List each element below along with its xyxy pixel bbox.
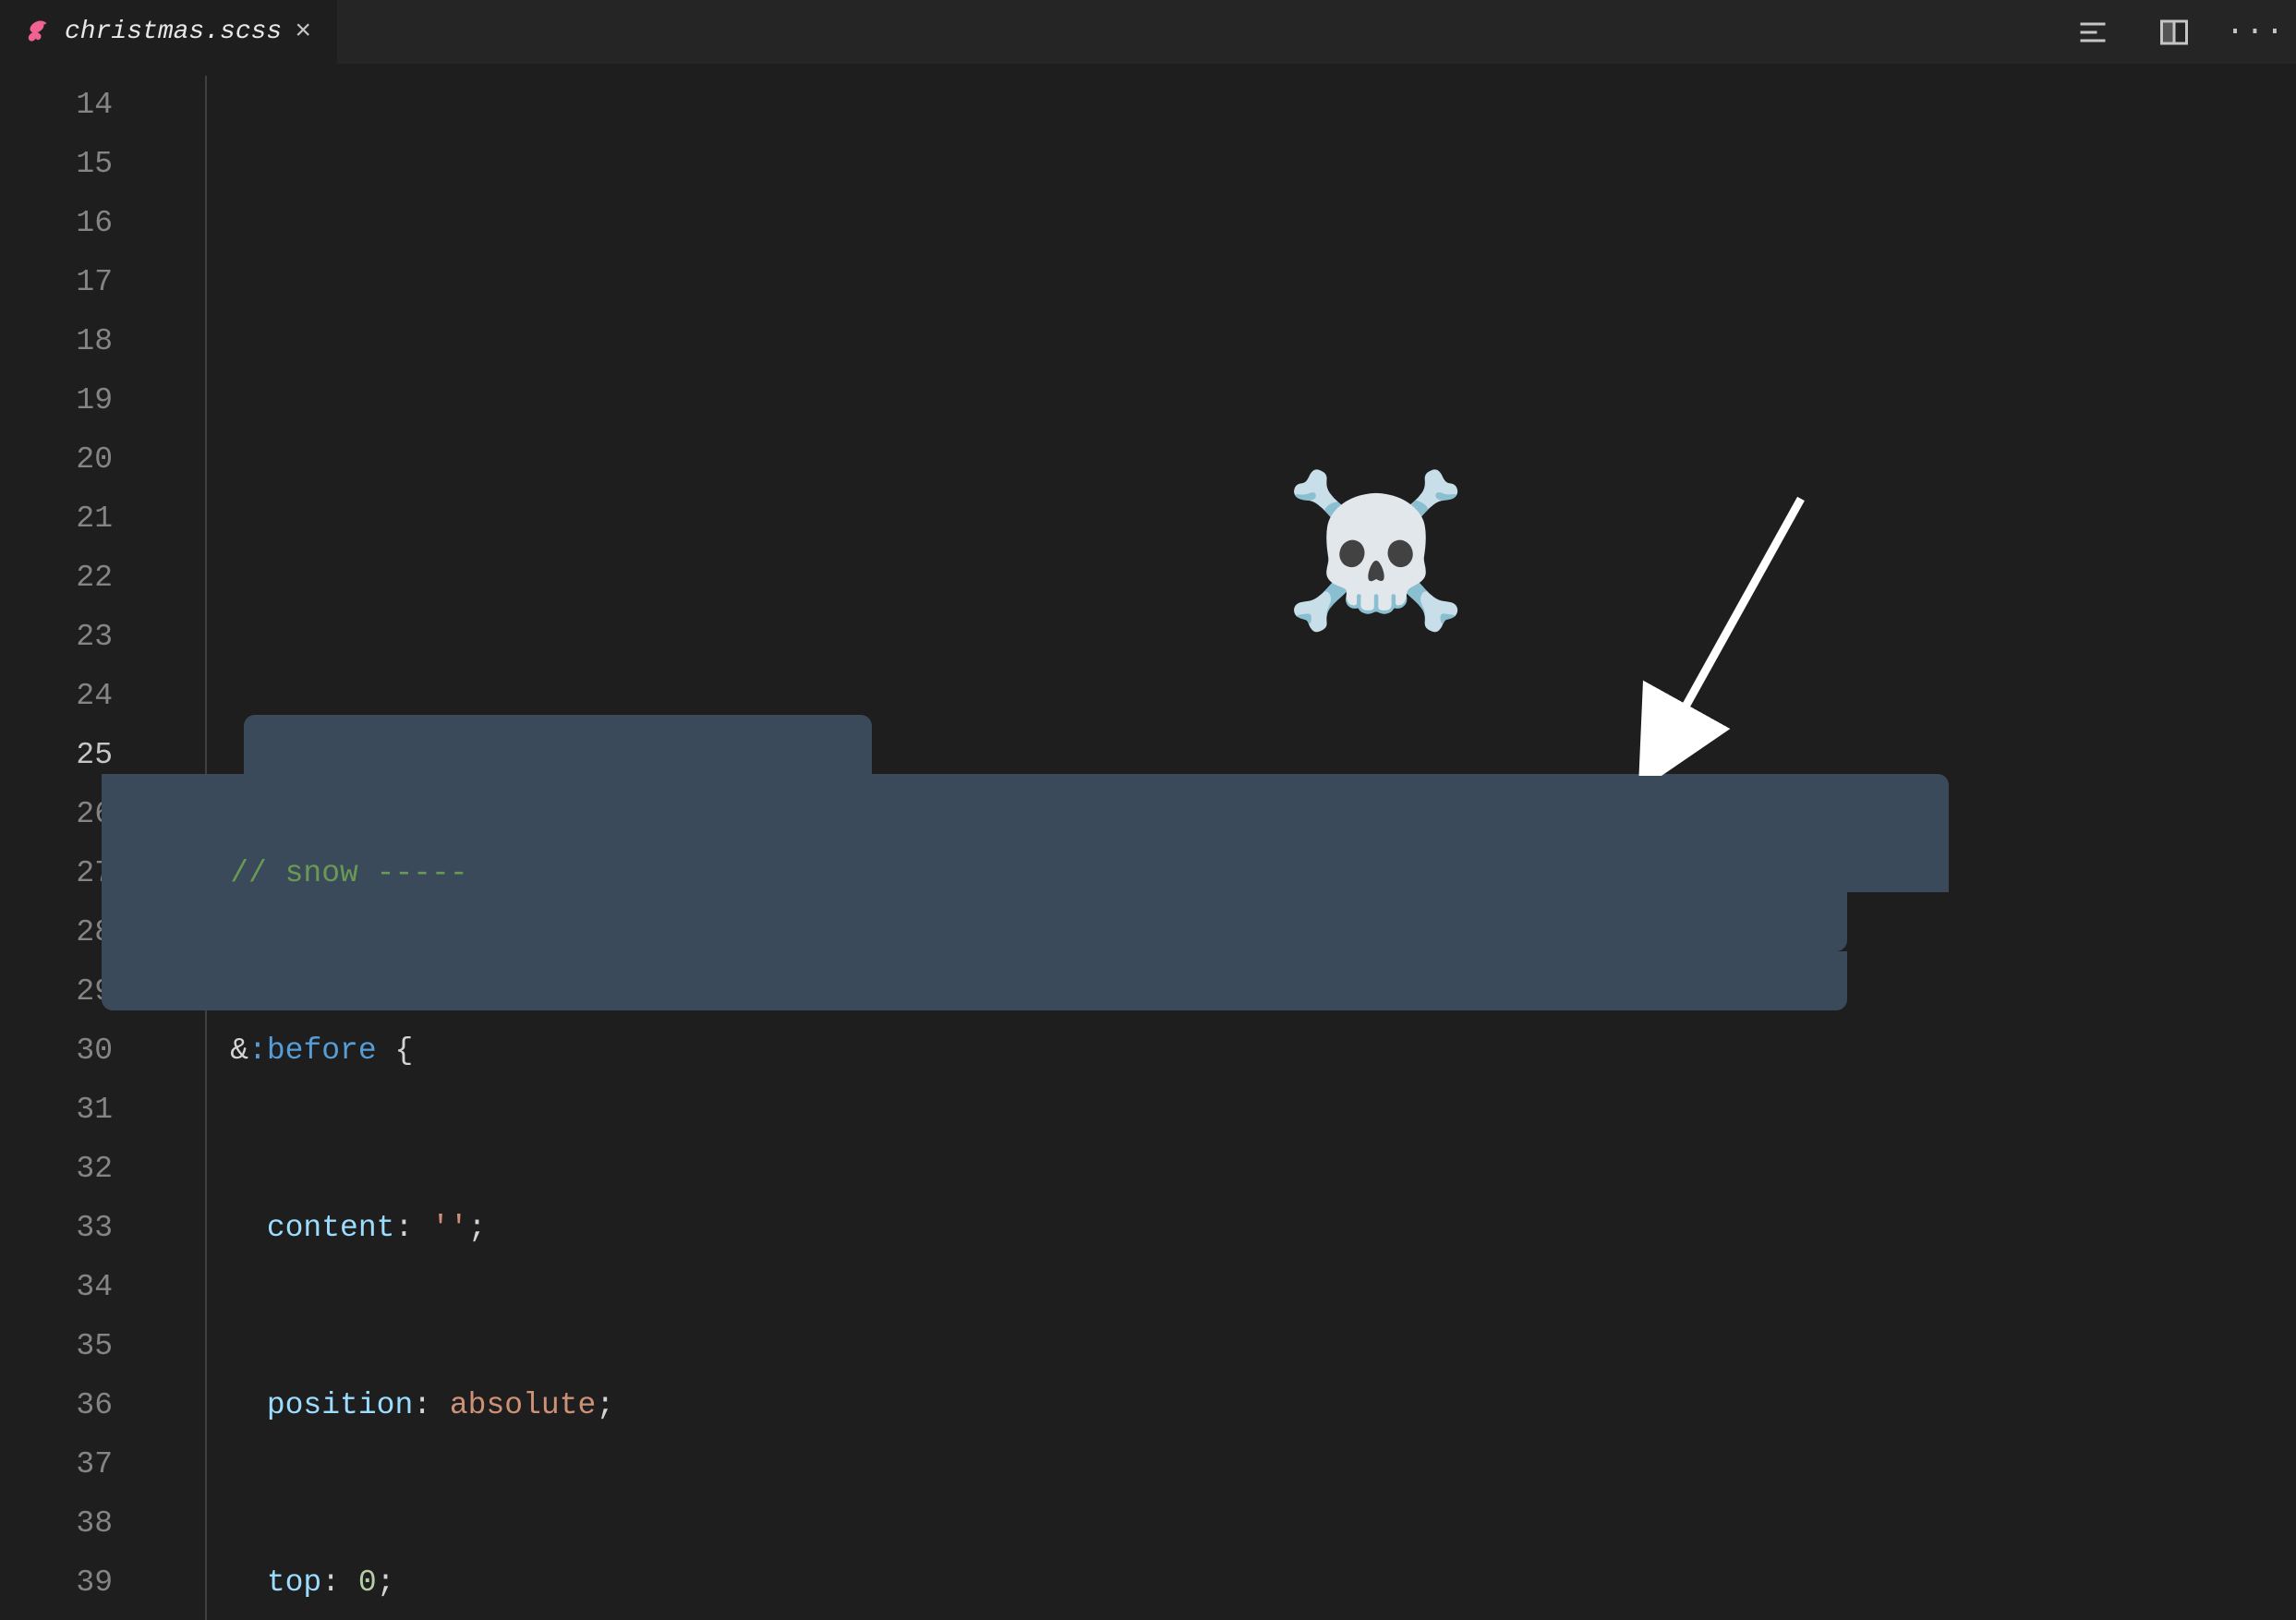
line-number: 16 (0, 194, 113, 253)
selection-highlight (102, 951, 1847, 1010)
file-tab[interactable]: christmas.scss × (0, 0, 337, 64)
line-number: 23 (0, 608, 113, 667)
line-number: 27 (0, 844, 113, 903)
line-number: 25 (0, 726, 113, 785)
line-number: 37 (0, 1435, 113, 1494)
line-number: 38 (0, 1494, 113, 1554)
editor-toolbar: ··· (2074, 0, 2296, 64)
line-number: 32 (0, 1140, 113, 1199)
tab-filename: christmas.scss (65, 18, 282, 46)
line-number: 14 (0, 76, 113, 135)
tab-bar: christmas.scss × ··· (0, 0, 2296, 65)
line-number: 31 (0, 1081, 113, 1140)
line-number: 34 (0, 1258, 113, 1317)
line-number: 19 (0, 371, 113, 430)
line-number: 30 (0, 1022, 113, 1081)
line-number: 28 (0, 903, 113, 962)
line-number: 35 (0, 1317, 113, 1376)
line-number: 29 (0, 962, 113, 1022)
line-number: 24 (0, 667, 113, 726)
line-number: 36 (0, 1376, 113, 1435)
line-number: 22 (0, 549, 113, 608)
selection-highlight (102, 774, 1949, 833)
line-number: 21 (0, 490, 113, 549)
close-icon[interactable]: × (295, 18, 311, 46)
align-icon[interactable] (2074, 14, 2111, 51)
split-editor-icon[interactable] (2156, 14, 2193, 51)
line-number: 17 (0, 253, 113, 312)
line-number: 18 (0, 312, 113, 371)
line-number: 39 (0, 1554, 113, 1613)
sass-icon (22, 18, 52, 47)
code-content[interactable]: // snow ----- &:before { content: ''; po… (157, 65, 2296, 1620)
line-number: 33 (0, 1199, 113, 1258)
code-editor[interactable]: 1415161718192021222324252627282930313233… (0, 65, 2296, 1620)
selection-highlight (244, 715, 872, 774)
code-comment: // snow ----- (230, 856, 467, 890)
line-number: 20 (0, 430, 113, 490)
line-number: 26 (0, 785, 113, 844)
more-icon[interactable]: ··· (2237, 14, 2274, 51)
line-number: 15 (0, 135, 113, 194)
